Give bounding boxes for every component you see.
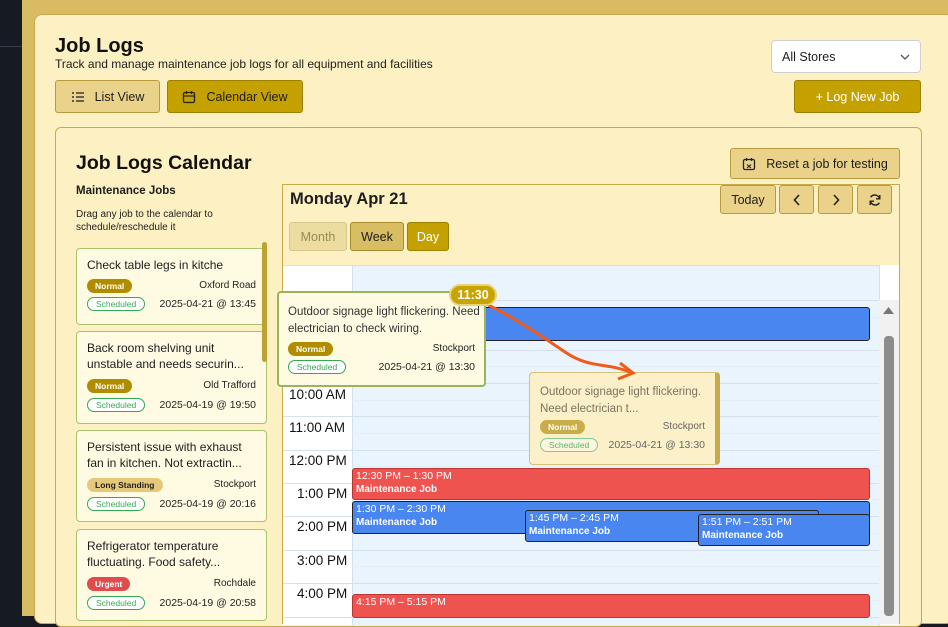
list-icon	[71, 91, 84, 102]
time-label: 4:00 PM	[297, 586, 348, 601]
calendar-scrollbar-thumb[interactable]	[884, 336, 894, 616]
reset-job-label: Reset a job for testing	[766, 156, 888, 171]
calendar-event[interactable]: 4:15 PM – 5:15 PM	[352, 594, 870, 618]
event-time: 1:51 PM – 2:51 PM	[702, 516, 792, 528]
chevron-right-icon	[832, 193, 840, 206]
time-label: 1:00 PM	[297, 486, 348, 501]
left-edge-divider	[0, 46, 22, 47]
time-label: 12:00 PM	[289, 453, 347, 468]
log-new-job-label: + Log New Job	[815, 89, 900, 104]
job-datetime: 2025-04-21 @ 13:30	[378, 361, 475, 373]
status-badge: Scheduled	[87, 398, 146, 412]
priority-badge: Long Standing	[87, 478, 163, 492]
hour-line	[283, 550, 879, 551]
time-label: 2:00 PM	[297, 519, 348, 534]
job-card[interactable]: Refrigerator temperature fluctuating. Fo…	[76, 529, 267, 621]
job-datetime: 2025-04-19 @ 20:16	[159, 498, 256, 510]
job-location: Stockport	[662, 421, 705, 432]
calendar-reset-icon	[743, 157, 756, 170]
calendar-event[interactable]: 1:51 PM – 2:51 PM Maintenance Job	[698, 514, 870, 546]
week-view-label: Week	[361, 229, 393, 244]
job-location: Stockport	[432, 343, 475, 354]
maintenance-jobs-heading: Maintenance Jobs	[76, 185, 176, 197]
left-edge	[0, 0, 22, 616]
hour-line	[283, 265, 879, 266]
calendar-panel-title: Job Logs Calendar	[76, 152, 252, 174]
reset-job-button[interactable]: Reset a job for testing	[730, 148, 900, 179]
half-hour-line	[352, 566, 879, 567]
day-view-button[interactable]: Day	[407, 222, 449, 251]
job-datetime: 2025-04-21 @ 13:30	[608, 439, 705, 451]
job-location: Old Trafford	[203, 380, 256, 391]
hour-line	[283, 583, 879, 584]
priority-badge: Normal	[540, 420, 586, 434]
next-button[interactable]	[818, 185, 853, 214]
day-view-label: Day	[416, 229, 440, 244]
today-button[interactable]: Today	[720, 185, 776, 214]
time-label: 11:00 AM	[289, 420, 346, 435]
job-title: Check table legs in kitche	[87, 258, 224, 272]
refresh-icon	[869, 193, 880, 206]
store-select-value: All Stores	[782, 49, 836, 64]
job-datetime: 2025-04-21 @ 13:45	[159, 298, 256, 310]
job-title: Persistent issue with exhaust fan in kit…	[87, 440, 242, 470]
page-subtitle: Track and manage maintenance job logs fo…	[55, 57, 433, 71]
event-time: 12:30 PM – 1:30 PM	[356, 470, 452, 482]
dragging-job-card[interactable]: Outdoor signage light flickering. Need e…	[277, 291, 486, 387]
half-hour-line	[352, 466, 879, 467]
month-view-label: Month	[300, 229, 336, 244]
maintenance-jobs-help: Drag any job to the calendar to schedule…	[76, 209, 213, 233]
status-badge: Scheduled	[87, 297, 146, 311]
status-badge: Scheduled	[288, 360, 347, 374]
drag-arrow-icon	[481, 300, 637, 381]
job-datetime: 2025-04-19 @ 19:50	[159, 399, 256, 411]
calendar-event[interactable]: 12:30 PM – 1:30 PM Maintenance Job	[352, 468, 870, 500]
calendar-icon	[183, 90, 196, 103]
job-card[interactable]: Back room shelving unit unstable and nee…	[76, 331, 267, 424]
job-title: Refrigerator temperature fluctuating. Fo…	[87, 539, 221, 569]
log-new-job-button[interactable]: + Log New Job	[794, 80, 921, 113]
job-list-scrollbar[interactable]	[262, 242, 267, 362]
chevron-left-icon	[792, 193, 800, 206]
event-time: 4:15 PM – 5:15 PM	[356, 596, 446, 608]
priority-badge: Normal	[288, 342, 334, 356]
status-badge: Scheduled	[87, 596, 146, 610]
priority-badge: Urgent	[87, 577, 131, 591]
job-location: Stockport	[213, 479, 256, 490]
job-location: Rochdale	[213, 578, 256, 589]
job-location: Oxford Road	[199, 280, 256, 291]
drag-time-bubble: 11:30	[449, 284, 497, 306]
prev-button[interactable]	[779, 185, 814, 214]
month-view-button[interactable]: Month	[289, 222, 347, 251]
time-label: 3:00 PM	[297, 553, 348, 568]
calendar-view-label: Calendar View	[206, 89, 288, 104]
drag-job-title: Outdoor signage light flickering. Need e…	[288, 306, 480, 335]
priority-badge: Normal	[87, 279, 133, 293]
status-badge: Scheduled	[540, 438, 599, 452]
event-name: Maintenance Job	[702, 530, 784, 541]
job-card[interactable]: Persistent issue with exhaust fan in kit…	[76, 430, 267, 522]
list-view-label: List View	[94, 89, 145, 104]
calendar-view-button[interactable]: Calendar View	[167, 80, 303, 113]
page-title: Job Logs	[55, 35, 144, 57]
refresh-button[interactable]	[857, 185, 892, 214]
scroll-up-arrow-icon[interactable]	[882, 306, 895, 315]
store-select[interactable]: All Stores	[771, 40, 921, 73]
today-label: Today	[731, 192, 765, 207]
job-datetime: 2025-04-19 @ 20:58	[159, 597, 256, 609]
calendar-date-title: Monday Apr 21	[290, 190, 408, 208]
time-label: 10:00 AM	[289, 387, 347, 402]
list-view-button[interactable]: List View	[55, 80, 160, 113]
job-title: Back room shelving unit unstable and nee…	[87, 341, 244, 371]
event-name: Maintenance Job	[356, 484, 438, 495]
week-view-button[interactable]: Week	[350, 222, 404, 251]
status-badge: Scheduled	[87, 497, 146, 511]
priority-badge: Normal	[87, 379, 133, 393]
chevron-down-icon	[900, 54, 910, 60]
job-card[interactable]: Check table legs in kitche Normal Oxford…	[76, 248, 267, 325]
